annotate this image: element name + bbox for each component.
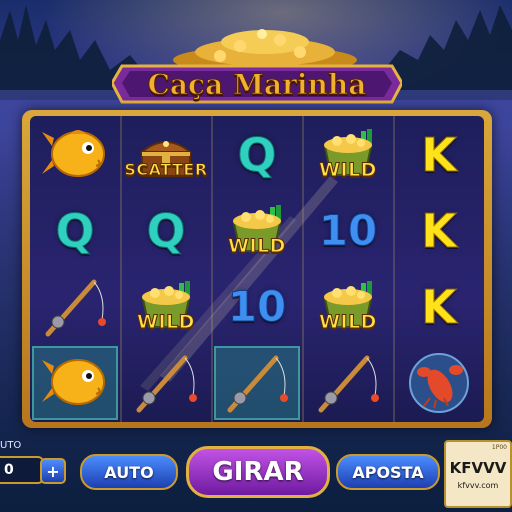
auto-spins-label: UTO [0, 440, 22, 451]
reel-cell [305, 346, 391, 420]
scatter-label: SCATTER [124, 159, 208, 179]
wild-label: WILD [319, 311, 377, 334]
letter-q-symbol: Q [146, 204, 186, 258]
reel-cell: K [396, 194, 482, 268]
letter-k-symbol: K [421, 128, 458, 182]
reel-cell [32, 270, 118, 344]
fishing-rod-icon [45, 279, 106, 337]
increase-button[interactable]: + [40, 458, 66, 484]
fishing-rod-icon [318, 355, 379, 413]
fishing-rod-icon [136, 355, 197, 413]
game-title: Caça Marinha [147, 67, 367, 101]
goldfish-icon [42, 359, 105, 405]
wild-label: WILD [137, 311, 195, 334]
reel-cell: Q [214, 118, 300, 192]
reel-cell: Q [123, 194, 209, 268]
reel-cell-highlighted [214, 346, 300, 420]
spin-button[interactable]: GIRAR [186, 446, 330, 498]
reel-cell: 10 [214, 270, 300, 344]
number-ten-symbol: 10 [318, 206, 378, 255]
letter-k-symbol: K [421, 280, 458, 334]
reel-cell [123, 346, 209, 420]
fishing-rod-icon [227, 355, 288, 413]
reel-cell [396, 346, 482, 420]
reel-cell: K [396, 270, 482, 344]
reel-divider [120, 116, 122, 422]
watermark-logo: 1P00 KFVVV kfvvv.com [444, 440, 512, 508]
reel-cell-wild: WILD [123, 270, 209, 344]
wild-label: WILD [319, 159, 377, 182]
watermark-tag: 1P00 [491, 444, 507, 451]
auto-button[interactable]: AUTO [80, 454, 178, 490]
reel-cell: K [396, 118, 482, 192]
reel-cell-wild: WILD [305, 118, 391, 192]
goldfish-icon [42, 130, 105, 177]
auto-spins-count-field[interactable]: 0 [0, 456, 44, 484]
reel-cell: Q [32, 194, 118, 268]
reel-divider [393, 116, 395, 422]
reel-cell [32, 118, 118, 192]
control-bar: UTO 0 + AUTO GIRAR APOSTA [0, 436, 512, 512]
wild-label: WILD [228, 235, 286, 258]
reel-divider [302, 116, 304, 422]
lobster-icon [409, 353, 469, 413]
letter-k-symbol: K [421, 204, 458, 258]
number-ten-symbol: 10 [227, 282, 287, 331]
reels-area: SCATTER Q WILD K Q Q WILD 10 K WILD 10 W… [30, 116, 484, 422]
watermark-url: kfvvv.com [457, 480, 499, 490]
letter-q-symbol: Q [237, 128, 277, 182]
reel-cell-scatter: SCATTER [123, 118, 209, 192]
reel-cell-wild: WILD [214, 194, 300, 268]
letter-q-symbol: Q [55, 204, 95, 258]
watermark-brand: KFVVV [449, 458, 507, 477]
bet-button[interactable]: APOSTA [336, 454, 440, 490]
reel-cell-wild: WILD [305, 270, 391, 344]
reel-divider [211, 116, 213, 422]
reel-cell-highlighted [32, 346, 118, 420]
reel-cell: 10 [305, 194, 391, 268]
